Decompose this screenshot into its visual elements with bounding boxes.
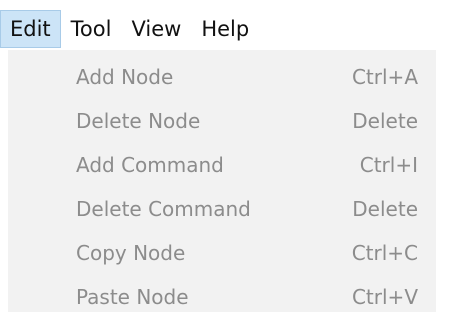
menu-bar: Edit Tool View Help: [0, 10, 453, 48]
menu-item-delete-node[interactable]: Delete Node Delete: [8, 99, 436, 143]
menu-item-add-command[interactable]: Add Command Ctrl+I: [8, 143, 436, 187]
menu-item-shortcut: Ctrl+V: [351, 285, 418, 309]
menu-view[interactable]: View: [121, 10, 191, 48]
menu-item-add-node[interactable]: Add Node Ctrl+A: [8, 55, 436, 99]
menu-item-label: Delete Node: [76, 109, 201, 133]
menu-tool[interactable]: Tool: [61, 10, 122, 48]
menu-item-shortcut: Ctrl+C: [351, 241, 418, 265]
menu-item-label: Add Command: [76, 153, 224, 177]
edit-dropdown-menu: Add Node Ctrl+A Delete Node Delete Add C…: [8, 50, 436, 312]
menu-help[interactable]: Help: [191, 10, 259, 48]
menu-item-label: Add Node: [76, 65, 174, 89]
menu-item-shortcut: Delete: [352, 197, 418, 221]
menu-item-label: Delete Command: [76, 197, 251, 221]
menu-item-label: Copy Node: [76, 241, 186, 265]
menu-edit[interactable]: Edit: [0, 10, 61, 48]
menu-item-delete-command[interactable]: Delete Command Delete: [8, 187, 436, 231]
menu-item-shortcut: Delete: [352, 109, 418, 133]
menu-item-shortcut: Ctrl+I: [359, 153, 418, 177]
menu-item-paste-node[interactable]: Paste Node Ctrl+V: [8, 275, 436, 319]
menu-item-label: Paste Node: [76, 285, 189, 309]
menu-item-copy-node[interactable]: Copy Node Ctrl+C: [8, 231, 436, 275]
menu-item-shortcut: Ctrl+A: [351, 65, 418, 89]
